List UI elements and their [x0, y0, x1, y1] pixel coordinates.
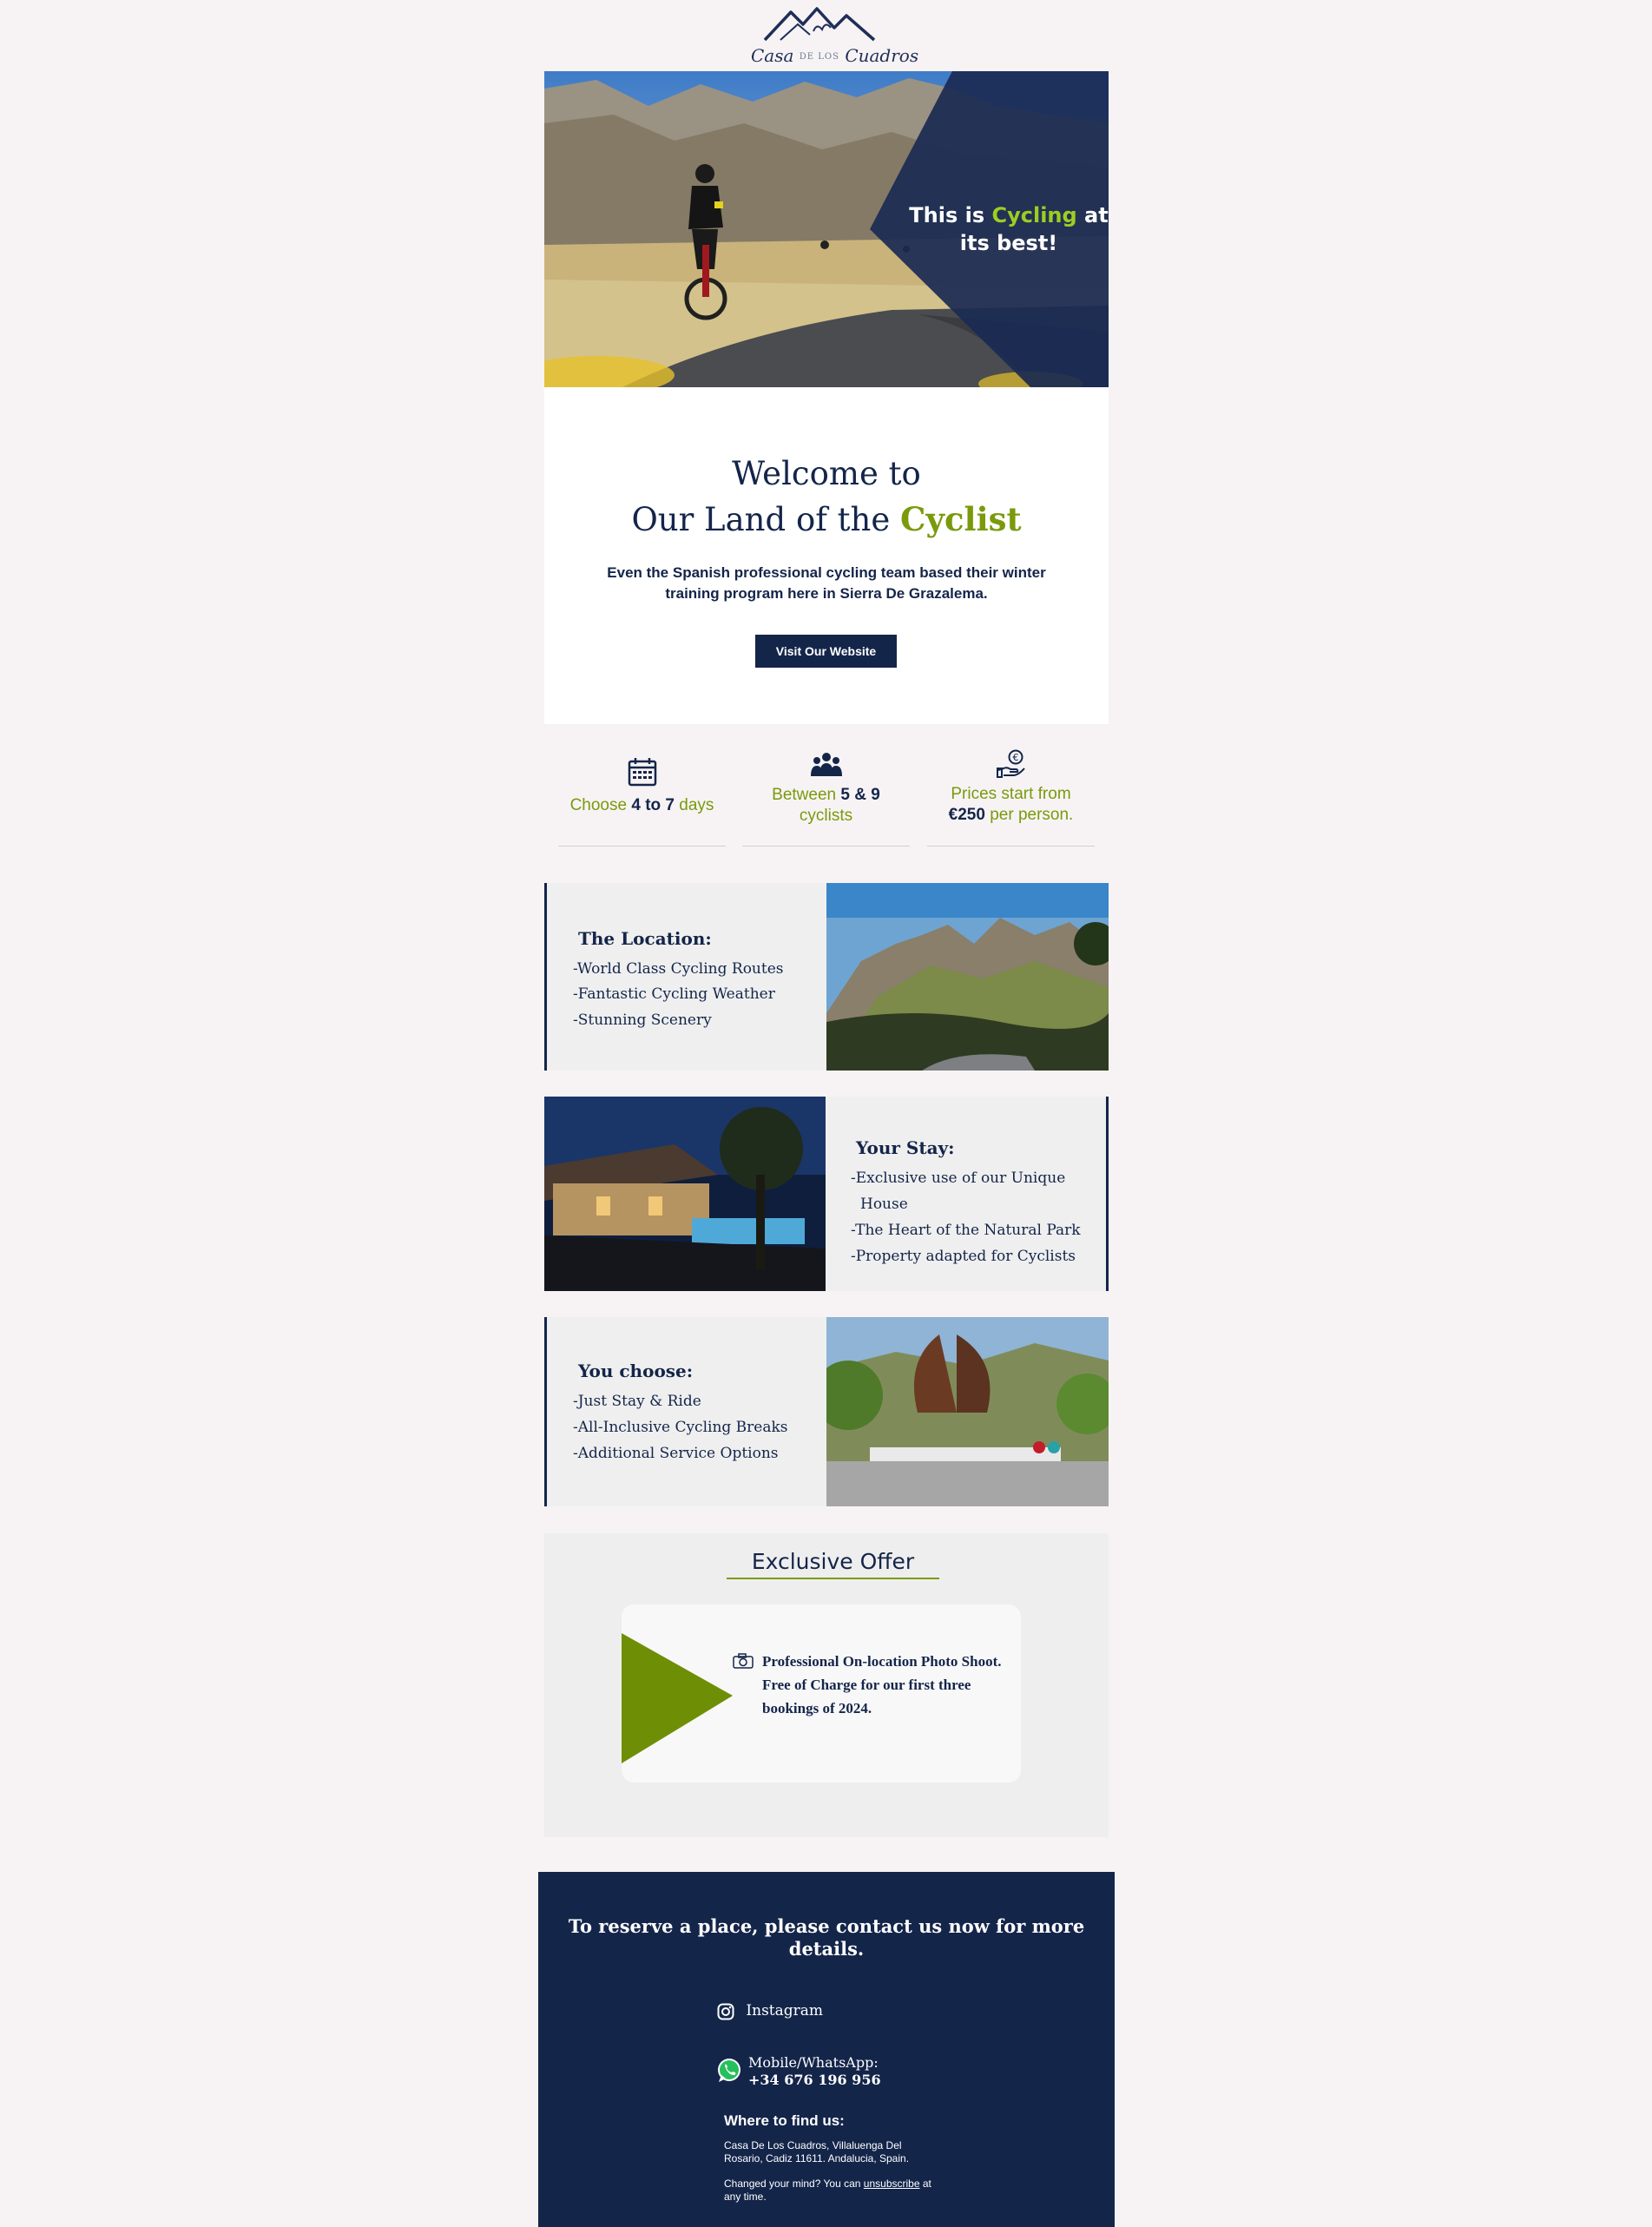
offer-title: Exclusive Offer: [727, 1549, 939, 1579]
list-item: -Just Stay & Ride: [573, 1393, 701, 1410]
brand-logo[interactable]: Casa DE LOS Cuadros: [751, 5, 919, 66]
visit-website-button[interactable]: Visit Our Website: [755, 635, 897, 668]
list-item: House: [860, 1196, 908, 1213]
where-title: Where to find us:: [724, 2112, 845, 2129]
unsubscribe-note: Changed your mind? You can unsubscribe a…: [724, 2178, 950, 2204]
feature-duration-text: Choose 4 to 7 days: [569, 796, 714, 814]
list-item: -World Class Cycling Routes: [573, 960, 784, 978]
unsubscribe-link[interactable]: unsubscribe: [864, 2178, 920, 2190]
calendar-icon: [628, 758, 656, 787]
choose-title: You choose:: [578, 1361, 694, 1381]
list-item: -Property adapted for Cyclists: [851, 1248, 1076, 1265]
stay-card: Your Stay: -Exclusive use of our Unique …: [544, 1097, 1109, 1291]
svg-text:€: €: [1012, 752, 1018, 763]
mountain-logo-icon: [763, 7, 876, 42]
unsubscribe-pre: Changed your mind? You can: [724, 2178, 864, 2190]
welcome-title: Welcome to Our Land of the Cyclist: [631, 455, 1022, 538]
welcome-section: Welcome to Our Land of the Cyclist Even …: [544, 387, 1109, 724]
feature-group-text: Between 5 & 9 cyclists: [772, 786, 880, 825]
footer-cta: To reserve a place, please contact us no…: [568, 1915, 1085, 1960]
list-item: -The Heart of the Natural Park: [851, 1222, 1081, 1239]
instagram-icon: [717, 2003, 734, 2019]
brand-wordmark: Casa DE LOS Cuadros: [751, 45, 919, 66]
list-item: -Stunning Scenery: [573, 1011, 712, 1029]
exclusive-offer-section: Exclusive Offer Professional On-location…: [544, 1533, 1109, 1837]
feature-group-size: Between 5 & 9 cyclists: [742, 747, 910, 847]
play-triangle-icon: [622, 1633, 733, 1763]
camera-icon: [733, 1653, 754, 1669]
cyclists-sculpture-image: [826, 1317, 1109, 1506]
euro-hand-icon: €: [996, 749, 1025, 778]
feature-price: € Prices start from €250 per person.: [927, 747, 1095, 847]
address: Casa De Los Cuadros, Villaluenga Del Ros…: [724, 2139, 910, 2164]
location-card: The Location: -World Class Cycling Route…: [544, 883, 1109, 1071]
instagram-label: Instagram: [746, 2002, 824, 2019]
offer-text: Professional On-location Photo Shoot. Fr…: [762, 1653, 1002, 1716]
phone-label: Mobile/WhatsApp:: [748, 2054, 879, 2071]
group-icon: [810, 753, 842, 776]
list-item: -All-Inclusive Cycling Breaks: [573, 1419, 788, 1436]
mountain-village-image: [826, 883, 1109, 1071]
list-item: -Fantastic Cycling Weather: [573, 985, 775, 1003]
location-title: The Location:: [578, 928, 712, 949]
list-item: -Additional Service Options: [573, 1445, 779, 1462]
choose-card: You choose: -Just Stay & Ride -All-Inclu…: [544, 1317, 1109, 1506]
feature-duration: Choose 4 to 7 days: [558, 747, 726, 847]
instagram-link[interactable]: Instagram: [717, 2002, 823, 2020]
welcome-body: Even the Spanish professional cycling te…: [607, 564, 1046, 602]
feature-price-text: Prices start from €250 per person.: [948, 785, 1074, 824]
phone-contact[interactable]: Mobile/WhatsApp: +34 676 196 956: [748, 2054, 881, 2089]
phone-number: +34 676 196 956: [748, 2072, 881, 2088]
stay-title: Your Stay:: [856, 1137, 955, 1158]
house-night-image: [544, 1097, 826, 1291]
whatsapp-icon[interactable]: [716, 2058, 742, 2084]
hero-tagline: This is Cycling at its best!: [909, 203, 1109, 255]
hero-banner: This is Cycling at its best!: [544, 71, 1109, 387]
list-item: -Exclusive use of our Unique: [851, 1170, 1066, 1187]
footer: To reserve a place, please contact us no…: [538, 1872, 1115, 2227]
offer-card: Professional On-location Photo Shoot. Fr…: [622, 1604, 1021, 1782]
